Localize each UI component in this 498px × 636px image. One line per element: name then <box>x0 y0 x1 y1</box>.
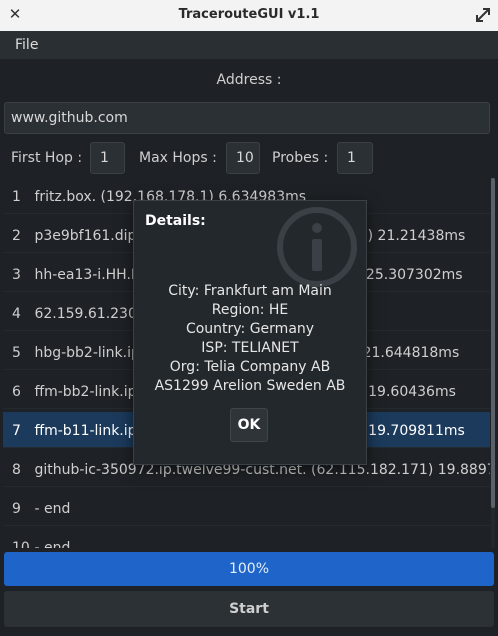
max-hops-label: Max Hops : <box>139 150 217 166</box>
progress-bar: 100% <box>4 552 494 586</box>
ok-button[interactable]: OK <box>230 408 268 442</box>
hop-number: 5 <box>12 345 21 361</box>
menu-file[interactable]: File <box>15 37 38 53</box>
first-hop-spinbox[interactable]: 1 <box>90 142 125 174</box>
detail-country: Country: Germany <box>185 321 315 337</box>
first-hop-label: First Hop : <box>11 150 83 166</box>
hop-number: 3 <box>12 267 21 283</box>
hop-number: 8 <box>12 462 21 478</box>
maximize-icon[interactable] <box>474 6 492 24</box>
hop-number: 10 <box>12 540 30 548</box>
hop-number: 1 <box>12 189 21 205</box>
address-input[interactable]: www.github.com <box>4 102 490 134</box>
title-bar: ✕ TracerouteGUI v1.1 <box>0 0 498 32</box>
hop-number: 6 <box>12 384 21 400</box>
list-item[interactable]: 9 - end <box>3 490 490 526</box>
hop-number: 7 <box>12 423 21 439</box>
progress-label: 100% <box>228 561 270 577</box>
info-icon <box>276 206 358 288</box>
hop-text: - end <box>34 501 71 517</box>
probes-label: Probes : <box>272 150 329 166</box>
detail-org: Org: Telia Company AB <box>169 359 331 375</box>
address-label: Address : <box>216 72 282 88</box>
scrollbar-thumb[interactable] <box>491 178 495 508</box>
hop-text: - end <box>34 540 71 548</box>
detail-city: City: Frankfurt am Main <box>168 283 332 299</box>
detail-isp: ISP: TELIANET <box>201 340 299 356</box>
results-scrollbar[interactable] <box>491 178 495 548</box>
dialog-title: Details: <box>145 213 206 229</box>
max-hops-spinbox[interactable]: 10 <box>226 142 260 174</box>
hop-number: 9 <box>12 501 21 517</box>
dialog-details: City: Frankfurt am Main Region: HE Count… <box>134 282 366 396</box>
details-dialog: Details: City: Frankfurt am Main Region:… <box>133 200 367 465</box>
detail-region: Region: HE <box>211 302 289 318</box>
menu-bar: File <box>0 31 498 59</box>
detail-as: AS1299 Arelion Sweden AB <box>154 378 346 394</box>
probes-spinbox[interactable]: 1 <box>337 142 373 174</box>
start-button[interactable]: Start <box>4 591 494 627</box>
hop-number: 4 <box>12 306 21 322</box>
hop-number: 2 <box>12 228 21 244</box>
window-title: TracerouteGUI v1.1 <box>178 7 320 22</box>
list-item[interactable]: 10 - end <box>3 529 490 548</box>
